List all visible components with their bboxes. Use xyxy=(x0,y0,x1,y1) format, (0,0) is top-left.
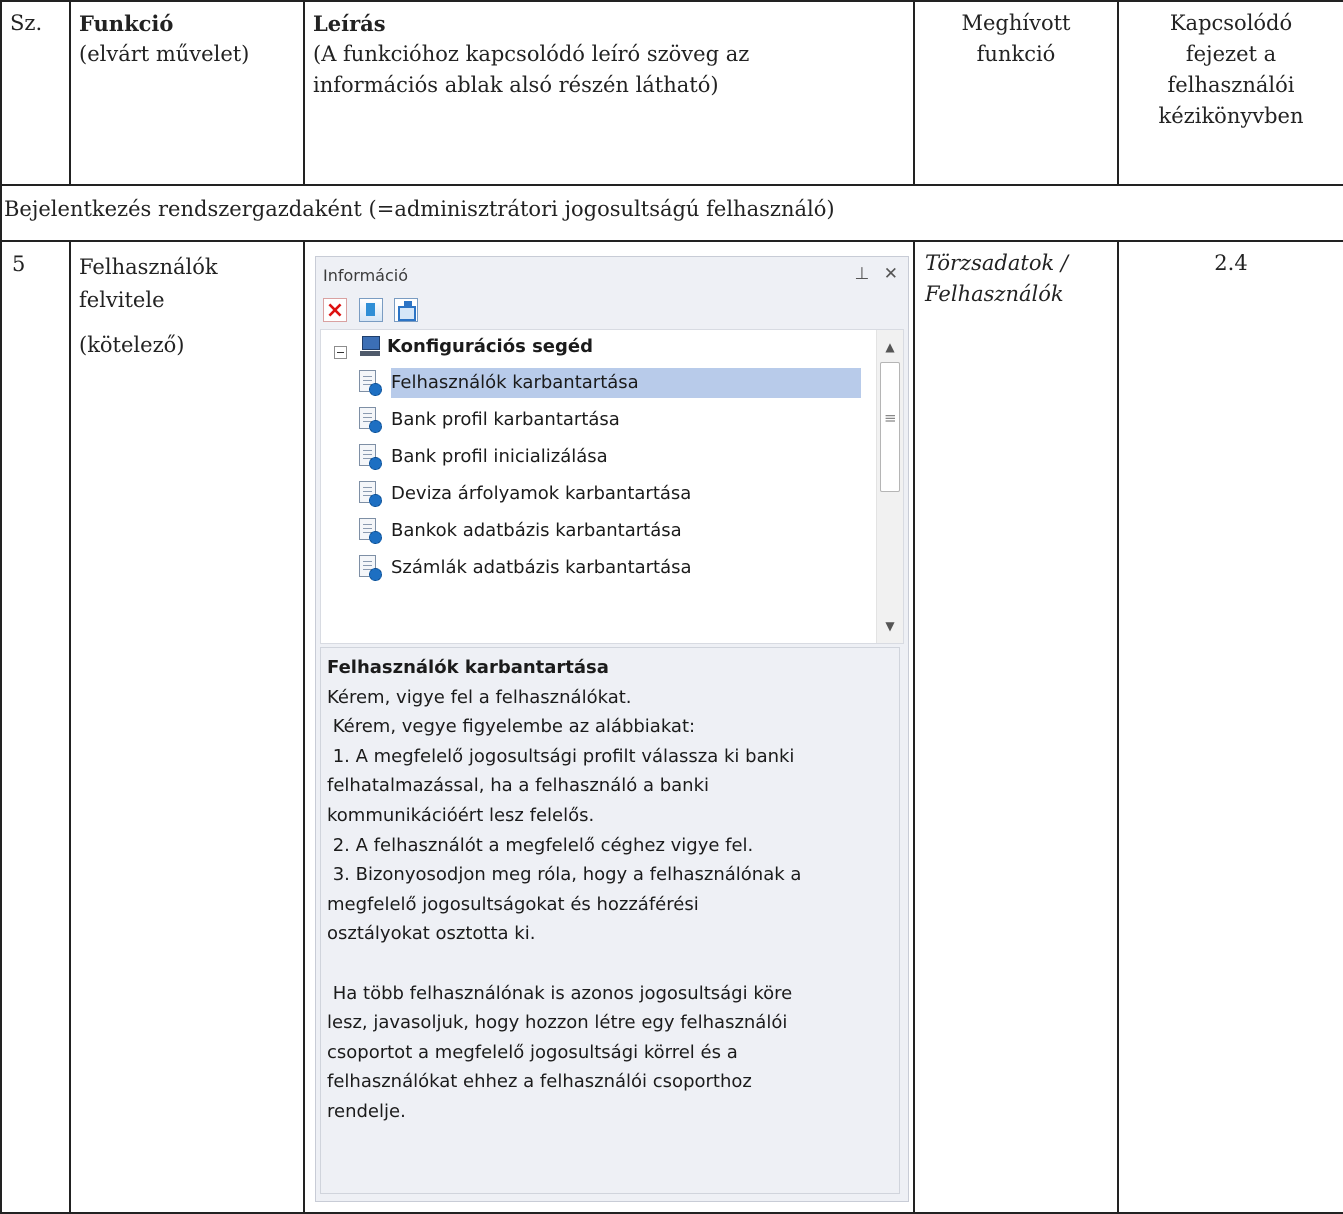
header-leiras-title: Leírás xyxy=(313,11,386,36)
header-kapcsolodo-cell: Kapcsolódó fejezet a felhasználói kézikö… xyxy=(1117,0,1343,186)
document-gear-icon xyxy=(359,370,382,396)
tree-item-szamlak[interactable]: Számlák adatbázis karbantartása xyxy=(355,552,865,584)
tree-item-label: Bankok adatbázis karbantartása xyxy=(391,520,682,541)
tree-item-bankok[interactable]: Bankok adatbázis karbantartása xyxy=(355,515,865,547)
tree-scrollbar[interactable]: ▲ ▼ xyxy=(876,330,903,643)
scroll-up-icon[interactable]: ▲ xyxy=(877,334,903,360)
document-gear-icon xyxy=(359,555,382,581)
header-kapcsolodo-line2: fejezet a xyxy=(1185,42,1277,66)
header-meghivott-cell: Meghívott funkció xyxy=(913,0,1119,186)
document-gear-icon xyxy=(359,444,382,470)
tree-item-deviza[interactable]: Deviza árfolyamok karbantartása xyxy=(355,478,865,510)
information-panel: Információ ⊥ ✕ × Konfigurációs segéd Fel… xyxy=(315,256,909,1202)
row-number: 5 xyxy=(12,252,26,276)
row-function-cell: Felhasználók felvitele (kötelező) xyxy=(69,240,305,1214)
document-gear-icon xyxy=(359,407,382,433)
row-called-function-cell: Törzsadatok / Felhasználók xyxy=(913,240,1119,1214)
computer-icon xyxy=(360,336,382,360)
description-line: felhatalmazással, ha a felhasználó a ban… xyxy=(327,775,710,797)
description-line: osztályokat osztotta ki. xyxy=(327,923,536,945)
header-leiras-sub2: információs ablak alsó részén látható) xyxy=(313,73,719,97)
window-icon[interactable] xyxy=(394,298,419,322)
config-tree: Konfigurációs segéd Felhasználók karbant… xyxy=(320,329,904,644)
row-chapter-cell: 2.4 xyxy=(1117,240,1343,1214)
header-funkcio-sub: (elvárt művelet) xyxy=(79,42,250,66)
tree-item-label: Felhasználók karbantartása xyxy=(391,368,861,398)
upload-icon[interactable] xyxy=(358,298,383,322)
called-function-line1: Törzsadatok / xyxy=(925,251,1068,275)
header-funkcio-cell: Funkció (elvárt művelet) xyxy=(69,0,305,186)
tree-item-felhasznalok[interactable]: Felhasználók karbantartása xyxy=(355,367,865,399)
description-line: Kérem, vigye fel a felhasználókat. xyxy=(327,686,632,708)
chapter-ref: 2.4 xyxy=(1214,251,1248,275)
row-number-cell: 5 xyxy=(0,240,71,1214)
tree-item-label: Számlák adatbázis karbantartása xyxy=(391,557,692,578)
called-function-line2: Felhasználók xyxy=(925,282,1064,306)
tree-root[interactable]: Konfigurációs segéd xyxy=(321,332,861,362)
header-kapcsolodo-line1: Kapcsolódó xyxy=(1169,11,1293,35)
header-leiras-sub1: (A funkcióhoz kapcsolódó leíró szöveg az xyxy=(313,42,750,66)
panel-toolbar: × xyxy=(323,298,423,324)
header-sz: Sz. xyxy=(10,11,43,35)
description-title: Felhasználók karbantartása xyxy=(327,657,609,678)
description-line: lesz, javasoljuk, hogy hozzon létre egy … xyxy=(327,1012,788,1034)
description-line: megfelelő jogosultságokat és hozzáférési xyxy=(327,893,699,915)
document-gear-icon xyxy=(359,518,382,544)
table-row: 5 Felhasználók felvitele (kötelező) Info… xyxy=(0,240,1343,1214)
section-title: Bejelentkezés rendszergazdaként (=admini… xyxy=(4,197,835,221)
description-line: csoportot a megfelelő jogosultsági körre… xyxy=(327,1041,738,1063)
tree-item-label: Bank profil inicializálása xyxy=(391,446,608,467)
scroll-down-icon[interactable]: ▼ xyxy=(877,613,903,639)
delete-icon[interactable]: × xyxy=(323,298,347,323)
description-line: felhasználókat ehhez a felhasználói csop… xyxy=(327,1071,752,1093)
description-line: 1. A megfelelő jogosultsági profilt vála… xyxy=(327,745,795,767)
row-function-line2: felvitele xyxy=(79,288,165,312)
description-line: Ha több felhasználónak is azonos jogosul… xyxy=(327,982,793,1004)
pin-icon[interactable]: ⊥ xyxy=(855,264,870,284)
section-row: Bejelentkezés rendszergazdaként (=admini… xyxy=(0,184,1343,242)
document-gear-icon xyxy=(359,481,382,507)
description-line: Kérem, vegye figyelembe az alábbiakat: xyxy=(327,716,696,738)
header-funkcio-title: Funkció xyxy=(79,11,174,36)
description-pane: Felhasználók karbantartása Kérem, vigye … xyxy=(320,647,900,1194)
description-line: 3. Bizonyosodjon meg róla, hogy a felhas… xyxy=(327,864,802,886)
description-line: rendelje. xyxy=(327,1100,406,1122)
tree-item-label: Bank profil karbantartása xyxy=(391,409,620,430)
header-meghivott-line2: funkció xyxy=(976,42,1056,66)
header-leiras-cell: Leírás (A funkcióhoz kapcsolódó leíró sz… xyxy=(303,0,915,186)
section-cell: Bejelentkezés rendszergazdaként (=admini… xyxy=(0,184,1343,242)
header-meghivott-line1: Meghívott xyxy=(961,11,1071,35)
header-sz-cell: Sz. xyxy=(0,0,71,186)
function-table: Sz. Funkció (elvárt művelet) Leírás (A f… xyxy=(0,0,1343,1214)
description-line: 2. A felhasználót a megfelelő céghez vig… xyxy=(327,834,754,856)
close-icon[interactable]: ✕ xyxy=(884,264,898,284)
collapse-icon[interactable] xyxy=(334,346,347,359)
header-kapcsolodo-line4: kézikönyvben xyxy=(1158,104,1304,128)
header-kapcsolodo-line3: felhasználói xyxy=(1167,73,1295,97)
table-header-row: Sz. Funkció (elvárt művelet) Leírás (A f… xyxy=(0,0,1343,186)
tree-item-bank-profil-init[interactable]: Bank profil inicializálása xyxy=(355,441,865,473)
panel-title: Információ xyxy=(323,266,408,285)
tree-item-bank-profil[interactable]: Bank profil karbantartása xyxy=(355,404,865,436)
row-function-required: (kötelező) xyxy=(79,333,185,357)
tree-item-label: Deviza árfolyamok karbantartása xyxy=(391,483,692,504)
description-line xyxy=(327,949,899,979)
tree-root-label: Konfigurációs segéd xyxy=(387,336,593,357)
row-function-line1: Felhasználók xyxy=(79,255,218,279)
description-line: kommunikációért lesz felelős. xyxy=(327,804,595,826)
document-page: Sz. Funkció (elvárt művelet) Leírás (A f… xyxy=(0,0,1343,1214)
scroll-thumb[interactable] xyxy=(880,362,900,492)
row-description-cell: Információ ⊥ ✕ × Konfigurációs segéd Fel… xyxy=(303,240,915,1214)
